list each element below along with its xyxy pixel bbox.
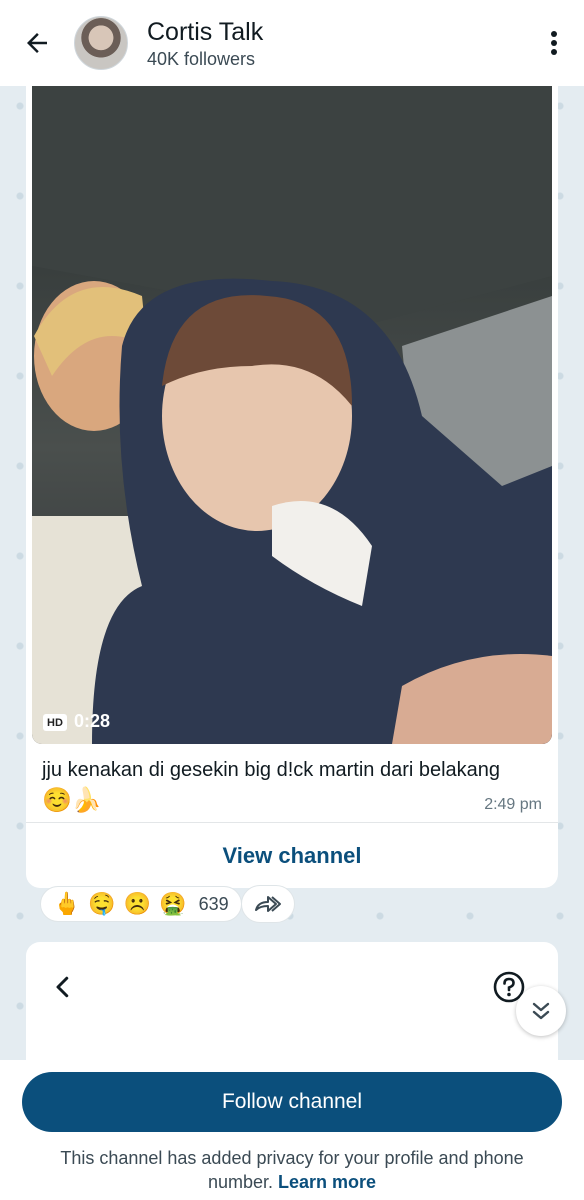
view-channel-button[interactable]: View channel bbox=[26, 823, 558, 888]
double-chevron-down-icon bbox=[532, 1002, 550, 1020]
chevron-left-icon bbox=[56, 976, 69, 998]
hd-badge: HD bbox=[43, 714, 67, 731]
reactions-bar[interactable]: 🖕 🤤 ☹️ 🤮 639 bbox=[40, 886, 242, 922]
follow-channel-button[interactable]: Follow channel bbox=[22, 1072, 562, 1132]
message-bubble: HD 0:28 jju kenakan di gesekin big d!ck … bbox=[26, 86, 558, 888]
video-duration: 0:28 bbox=[74, 711, 111, 731]
learn-more-link[interactable]: Learn more bbox=[278, 1172, 376, 1192]
arrow-left-icon bbox=[27, 33, 47, 53]
reaction-count: 639 bbox=[198, 893, 229, 914]
more-options-button[interactable] bbox=[524, 0, 584, 86]
channel-title: Cortis Talk bbox=[147, 17, 264, 46]
reaction-emoji: 🖕 bbox=[53, 891, 81, 916]
next-message-card bbox=[26, 942, 558, 1060]
more-vertical-icon bbox=[551, 31, 557, 55]
channel-avatar[interactable] bbox=[74, 16, 128, 70]
forward-icon bbox=[255, 896, 281, 912]
caption-emojis: ☺️🍌 bbox=[42, 787, 102, 814]
reaction-emoji: 🤮 bbox=[159, 891, 187, 916]
forward-button[interactable] bbox=[241, 885, 295, 923]
back-button[interactable] bbox=[0, 0, 74, 86]
previous-button[interactable] bbox=[48, 972, 78, 1007]
follower-count: 40K followers bbox=[147, 48, 256, 69]
video-thumbnail[interactable]: HD 0:28 bbox=[32, 86, 552, 744]
message-time: 2:49 pm bbox=[484, 796, 542, 813]
reaction-emoji: 🤤 bbox=[88, 891, 116, 916]
app-header: Cortis Talk 40K followers bbox=[0, 0, 584, 86]
channel-footer: Follow channel This channel has added pr… bbox=[0, 1060, 584, 1200]
reaction-emoji: ☹️ bbox=[123, 891, 152, 916]
message-caption: jju kenakan di gesekin big d!ck martin d… bbox=[42, 759, 501, 781]
privacy-notice: This channel has added privacy for your … bbox=[30, 1146, 554, 1194]
video-frame-illustration bbox=[32, 86, 552, 744]
channel-info[interactable]: Cortis Talk 40K followers bbox=[147, 17, 524, 70]
scroll-to-bottom-button[interactable] bbox=[516, 986, 566, 1036]
